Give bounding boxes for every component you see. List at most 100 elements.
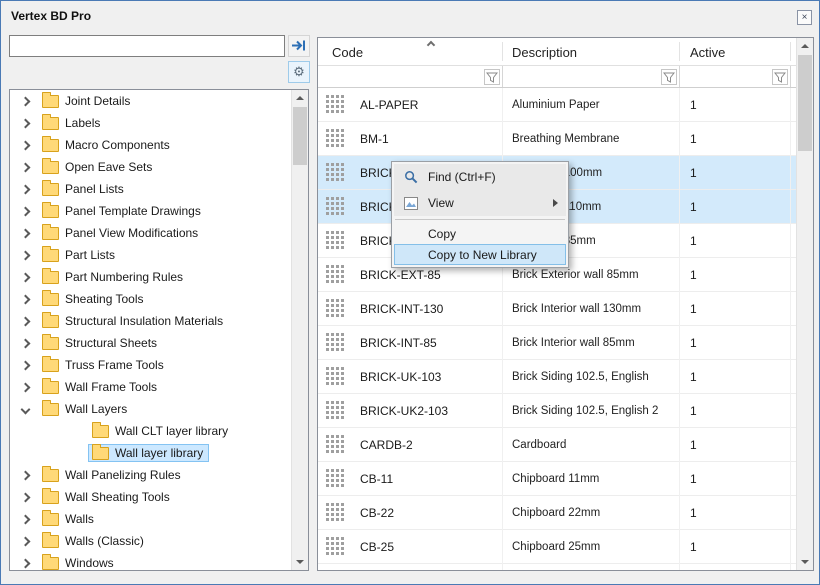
column-divider bbox=[502, 66, 503, 87]
chevron-right-icon[interactable] bbox=[21, 184, 31, 194]
table-row[interactable] bbox=[318, 564, 796, 570]
chevron-down-icon[interactable] bbox=[21, 404, 31, 414]
folder-icon bbox=[42, 117, 59, 130]
settings-button[interactable]: ⚙ bbox=[288, 61, 310, 83]
cell-desc: Brick Siding 102.5, English 2 bbox=[512, 405, 658, 417]
table-row[interactable]: BRICK-UK2-103Brick Siding 102.5, English… bbox=[318, 394, 796, 428]
cell-code: AL-PAPER bbox=[360, 98, 418, 112]
menu-item-view[interactable]: View bbox=[394, 190, 566, 216]
tree-item-structural-sheets[interactable]: Structural Sheets bbox=[10, 332, 291, 354]
tree-item-joint-details[interactable]: Joint Details bbox=[10, 90, 291, 112]
tree-item-wall-layer-library[interactable]: Wall layer library bbox=[10, 442, 291, 464]
tree-node: Joint Details bbox=[38, 92, 136, 110]
chevron-right-icon[interactable] bbox=[21, 272, 31, 282]
filter-funnel-icon[interactable] bbox=[484, 69, 500, 85]
column-header-description[interactable]: Description bbox=[512, 45, 577, 60]
tree-item-wall-sheating-tools[interactable]: Wall Sheating Tools bbox=[10, 486, 291, 508]
chevron-right-icon[interactable] bbox=[21, 558, 31, 568]
tree-item-open-eave-sets[interactable]: Open Eave Sets bbox=[10, 156, 291, 178]
scrollbar-thumb[interactable] bbox=[293, 107, 307, 165]
table-row[interactable]: CB-11Chipboard 11mm1 bbox=[318, 462, 796, 496]
table-row[interactable]: BRICK-INT-130Brick Interior wall 130mm1 bbox=[318, 292, 796, 326]
search-go-button[interactable] bbox=[288, 35, 310, 57]
tree-item-sheating-tools[interactable]: Sheating Tools bbox=[10, 288, 291, 310]
chevron-right-icon[interactable] bbox=[21, 162, 31, 172]
tree-item-part-numbering-rules[interactable]: Part Numbering Rules bbox=[10, 266, 291, 288]
column-header-code[interactable]: Code bbox=[332, 45, 363, 60]
cell-active: 1 bbox=[690, 336, 697, 350]
table-row[interactable]: BRICK-INT-85Brick Interior wall 85mm1 bbox=[318, 326, 796, 360]
chevron-right-icon[interactable] bbox=[21, 206, 31, 216]
tree-item-walls[interactable]: Walls bbox=[10, 508, 291, 530]
cell-active: 1 bbox=[690, 98, 697, 112]
folder-icon bbox=[42, 139, 59, 152]
tree-item-label: Wall Frame Tools bbox=[65, 380, 157, 394]
chevron-right-icon[interactable] bbox=[21, 470, 31, 480]
filter-funnel-icon[interactable] bbox=[772, 69, 788, 85]
tree-item-wall-clt-layer-library[interactable]: Wall CLT layer library bbox=[10, 420, 291, 442]
menu-item-copy[interactable]: Copy bbox=[394, 223, 566, 244]
tree-item-truss-frame-tools[interactable]: Truss Frame Tools bbox=[10, 354, 291, 376]
tree-item-panel-template-drawings[interactable]: Panel Template Drawings bbox=[10, 200, 291, 222]
tree-item-wall-layers[interactable]: Wall Layers bbox=[10, 398, 291, 420]
tree-node: Panel Lists bbox=[38, 180, 130, 198]
material-grid-icon bbox=[326, 129, 345, 148]
tree-item-windows[interactable]: Windows bbox=[10, 552, 291, 570]
tree-item-wall-frame-tools[interactable]: Wall Frame Tools bbox=[10, 376, 291, 398]
tree-node: Panel Template Drawings bbox=[38, 202, 207, 220]
close-icon[interactable]: × bbox=[797, 10, 812, 25]
search-input[interactable] bbox=[9, 35, 285, 57]
column-header-active[interactable]: Active bbox=[690, 45, 725, 60]
chevron-right-icon[interactable] bbox=[21, 316, 31, 326]
filter-funnel-icon[interactable] bbox=[661, 69, 677, 85]
tree-item-wall-panelizing-rules[interactable]: Wall Panelizing Rules bbox=[10, 464, 291, 486]
scrollbar-thumb[interactable] bbox=[798, 55, 812, 151]
tree-item-panel-view-modifications[interactable]: Panel View Modifications bbox=[10, 222, 291, 244]
table-row[interactable]: BM-1Breathing Membrane1 bbox=[318, 122, 796, 156]
table-row[interactable]: CARDB-2Cardboard1 bbox=[318, 428, 796, 462]
folder-icon bbox=[42, 469, 59, 482]
tree-item-panel-lists[interactable]: Panel Lists bbox=[10, 178, 291, 200]
folder-icon bbox=[92, 447, 109, 460]
column-divider bbox=[790, 88, 791, 570]
table-scrollbar[interactable] bbox=[796, 38, 813, 570]
cell-desc: Chipboard 25mm bbox=[512, 541, 600, 553]
folder-icon bbox=[42, 491, 59, 504]
chevron-right-icon[interactable] bbox=[21, 118, 31, 128]
chevron-right-icon[interactable] bbox=[21, 250, 31, 260]
cell-code: BRICK-UK-103 bbox=[360, 370, 441, 384]
tree-item-part-lists[interactable]: Part Lists bbox=[10, 244, 291, 266]
tree-item-label: Macro Components bbox=[65, 138, 170, 152]
chevron-right-icon[interactable] bbox=[21, 492, 31, 502]
tree-item-macro-components[interactable]: Macro Components bbox=[10, 134, 291, 156]
scroll-up-icon[interactable] bbox=[797, 38, 813, 55]
table-row[interactable]: AL-PAPERAluminium Paper1 bbox=[318, 88, 796, 122]
tree-item-labels[interactable]: Labels bbox=[10, 112, 291, 134]
column-divider bbox=[502, 42, 503, 61]
menu-item-copy-to-new-library[interactable]: Copy to New Library bbox=[394, 244, 566, 265]
scroll-up-icon[interactable] bbox=[292, 90, 308, 107]
chevron-right-icon[interactable] bbox=[21, 382, 31, 392]
chevron-right-icon[interactable] bbox=[21, 96, 31, 106]
tree-item-walls-classic[interactable]: Walls (Classic) bbox=[10, 530, 291, 552]
table-row[interactable]: BRICK-UK-103Brick Siding 102.5, English1 bbox=[318, 360, 796, 394]
folder-icon bbox=[42, 315, 59, 328]
chevron-right-icon[interactable] bbox=[21, 514, 31, 524]
tree-scrollbar[interactable] bbox=[291, 90, 308, 570]
chevron-right-icon[interactable] bbox=[21, 228, 31, 238]
chevron-right-icon[interactable] bbox=[21, 294, 31, 304]
table-row[interactable]: CB-25Chipboard 25mm1 bbox=[318, 530, 796, 564]
material-grid-icon bbox=[326, 333, 345, 352]
chevron-right-icon[interactable] bbox=[21, 338, 31, 348]
chevron-right-icon[interactable] bbox=[21, 360, 31, 370]
scroll-down-icon[interactable] bbox=[797, 553, 813, 570]
cell-code: CARDB-2 bbox=[360, 438, 413, 452]
chevron-right-icon[interactable] bbox=[21, 140, 31, 150]
menu-item-find[interactable]: Find (Ctrl+F) bbox=[394, 164, 566, 190]
chevron-right-icon[interactable] bbox=[21, 536, 31, 546]
folder-icon bbox=[42, 337, 59, 350]
scroll-down-icon[interactable] bbox=[292, 553, 308, 570]
tree-item-structural-insulation-materials[interactable]: Structural Insulation Materials bbox=[10, 310, 291, 332]
table-row[interactable]: CB-22Chipboard 22mm1 bbox=[318, 496, 796, 530]
cell-active: 1 bbox=[690, 166, 697, 180]
